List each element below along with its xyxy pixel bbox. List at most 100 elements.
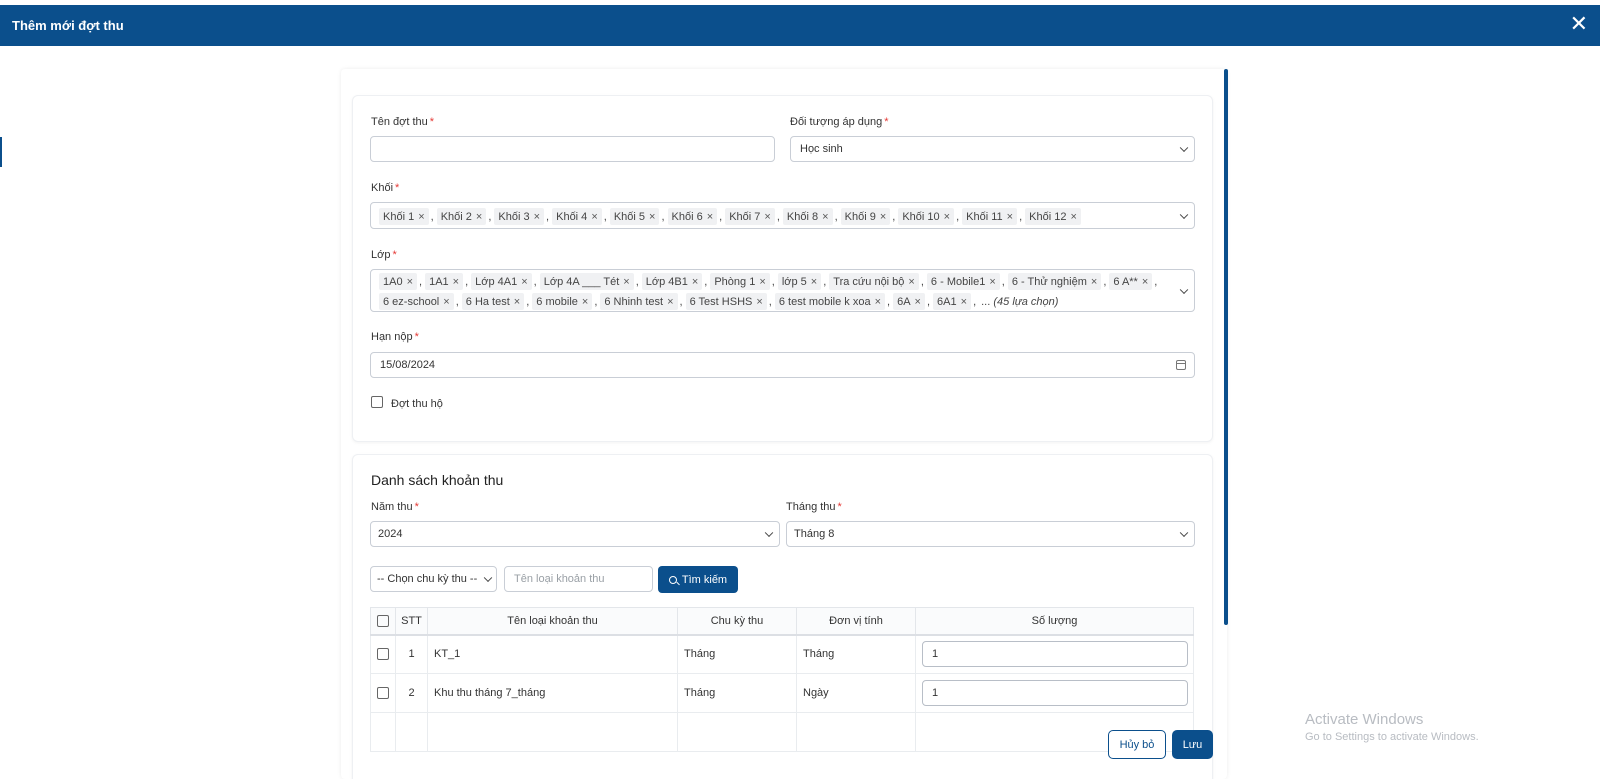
remove-tag-icon[interactable]: × <box>534 211 540 223</box>
tag-separator: , <box>546 210 550 223</box>
remove-tag-icon[interactable]: × <box>649 211 655 223</box>
selected-tag: 6 - Thử nghiệm × <box>1007 273 1102 290</box>
grade-multiselect[interactable]: Khối 1 ×, Khối 2 ×, Khối 3 ×, Khối 4 ×, Khối 5 ×,… <box>370 202 1195 229</box>
remove-tag-icon[interactable]: × <box>764 211 770 223</box>
tag-separator: , <box>1103 275 1107 288</box>
tag-label: lớp 5 <box>781 275 807 288</box>
remove-tag-icon[interactable]: × <box>521 276 527 288</box>
save-button[interactable]: Lưu <box>1172 730 1213 759</box>
tag-separator: , <box>594 295 598 308</box>
selected-tag: Phòng 1 × <box>710 273 770 290</box>
tag-separator: , <box>926 295 931 308</box>
row-unit: Tháng <box>796 634 916 674</box>
remove-tag-icon[interactable]: × <box>453 276 459 288</box>
fee-name-search-input[interactable]: Tên loại khoản thu <box>504 566 653 592</box>
cancel-button[interactable]: Hủy bỏ <box>1108 730 1166 759</box>
fee-list-title: Danh sách khoản thu <box>371 472 504 488</box>
tag-separator: , <box>892 210 896 223</box>
remove-tag-icon[interactable]: × <box>667 296 673 308</box>
cycle-filter-select[interactable]: -- Chọn chu kỳ thu -- <box>370 566 497 592</box>
tag-separator: , <box>719 210 723 223</box>
deadline-label: Hạn nộp * <box>371 331 419 343</box>
remove-tag-icon[interactable]: × <box>944 211 950 223</box>
row-stt: 1 <box>395 634 428 674</box>
remove-tag-icon[interactable]: × <box>443 296 449 308</box>
table-row: 1 KT_1 Tháng Tháng 1 <box>370 634 1194 674</box>
close-icon[interactable]: ✕ <box>1570 11 1588 37</box>
general-info-card: Tên đợt thu * Đối tượng áp dụng * Học sinh… <box>352 95 1213 442</box>
year-select[interactable]: 2024 <box>370 521 780 547</box>
selected-tag: Khối 10 × <box>898 208 955 225</box>
tag-label: 6 - Mobile1 <box>930 275 986 288</box>
remove-tag-icon[interactable]: × <box>514 296 520 308</box>
remove-tag-icon[interactable]: × <box>1091 276 1097 288</box>
selected-tag: 1A0 × <box>379 273 418 290</box>
selected-tag: 6 test mobile k xoa × <box>774 293 886 310</box>
class-multiselect[interactable]: 1A0 ×, 1A1 ×, Lớp 4A1 ×, Lớp 4A ___ Tét ×, Lớp 4… <box>370 269 1195 312</box>
col-quantity: Số lượng <box>915 607 1194 636</box>
remove-tag-icon[interactable]: × <box>756 296 762 308</box>
remove-tag-icon[interactable]: × <box>822 211 828 223</box>
remove-tag-icon[interactable]: × <box>1142 276 1148 288</box>
remove-tag-icon[interactable]: × <box>759 276 765 288</box>
selected-tag: Lớp 4B1 × <box>641 273 703 290</box>
search-icon <box>668 575 677 584</box>
tag-label: Phòng 1 <box>714 275 756 288</box>
quantity-input[interactable]: 1 <box>922 641 1188 668</box>
tag-separator: , <box>679 295 683 308</box>
form-panel: Tên đợt thu * Đối tượng áp dụng * Học sinh… <box>341 69 1227 779</box>
remove-tag-icon[interactable]: × <box>915 296 921 308</box>
deadline-datepicker[interactable]: 15/08/2024 <box>370 352 1195 378</box>
remove-tag-icon[interactable]: × <box>875 296 881 308</box>
panel-scrollbar[interactable] <box>1224 69 1228 625</box>
dialog-title: Thêm mới đợt thu <box>12 18 124 33</box>
row-checkbox[interactable] <box>377 687 389 700</box>
remove-tag-icon[interactable]: × <box>692 276 698 288</box>
collect-on-behalf-checkbox[interactable] <box>371 396 383 408</box>
remove-tag-icon[interactable]: × <box>811 276 817 288</box>
remove-tag-icon[interactable]: × <box>418 211 424 223</box>
select-all-checkbox[interactable] <box>377 614 389 627</box>
selected-tag: 6 ez-school × <box>379 293 454 310</box>
selected-tag: Khối 7 × <box>725 208 775 225</box>
row-checkbox[interactable] <box>377 648 389 661</box>
remove-tag-icon[interactable]: × <box>623 276 629 288</box>
target-select[interactable]: Học sinh <box>790 136 1195 162</box>
select-all-header <box>370 607 396 636</box>
tag-label: Khối 10 <box>902 210 940 223</box>
tag-separator: , <box>768 295 772 308</box>
remove-tag-icon[interactable]: × <box>989 276 995 288</box>
tag-label: Lớp 4A1 <box>475 275 518 288</box>
tag-separator: , <box>603 210 607 223</box>
remove-tag-icon[interactable]: × <box>961 296 967 308</box>
remove-tag-icon[interactable]: × <box>908 276 914 288</box>
remove-tag-icon[interactable]: × <box>880 211 886 223</box>
remove-tag-icon[interactable]: × <box>1007 211 1013 223</box>
remove-tag-icon[interactable]: × <box>1070 211 1076 223</box>
chevron-down-icon <box>1179 285 1189 294</box>
selected-tag: 6 Test HSHS × <box>685 293 767 310</box>
tag-separator: , <box>488 210 492 223</box>
name-input[interactable] <box>370 136 775 162</box>
grade-label: Khối * <box>371 182 400 194</box>
quantity-input[interactable]: 1 <box>922 680 1188 706</box>
remove-tag-icon[interactable]: × <box>707 211 713 223</box>
fee-table: STT Tên loại khoản thu Chu kỳ thu Đơn vị… <box>370 607 1194 752</box>
remove-tag-icon[interactable]: × <box>407 276 413 288</box>
calendar-icon[interactable] <box>1176 360 1186 370</box>
more-selections-indicator: ... (45 lựa chọn) <box>981 295 1059 308</box>
selected-tag: Khối 4 × <box>552 208 602 225</box>
remove-tag-icon[interactable]: × <box>582 296 588 308</box>
chevron-down-icon <box>1179 210 1189 219</box>
tag-separator: , <box>526 295 530 308</box>
fee-list-card: Danh sách khoản thu Năm thu * 2024 Tháng … <box>352 454 1213 779</box>
tag-label: Khối 3 <box>498 210 530 223</box>
selected-tag: Khối 2 × <box>436 208 487 225</box>
tag-label: Lớp 4B1 <box>645 275 688 288</box>
selected-tag: 6A1 × <box>933 293 972 310</box>
remove-tag-icon[interactable]: × <box>591 211 597 223</box>
month-select[interactable]: Tháng 8 <box>786 521 1195 547</box>
tag-label: 1A1 <box>429 275 449 288</box>
search-button[interactable]: Tìm kiếm <box>658 566 738 593</box>
remove-tag-icon[interactable]: × <box>476 211 482 223</box>
